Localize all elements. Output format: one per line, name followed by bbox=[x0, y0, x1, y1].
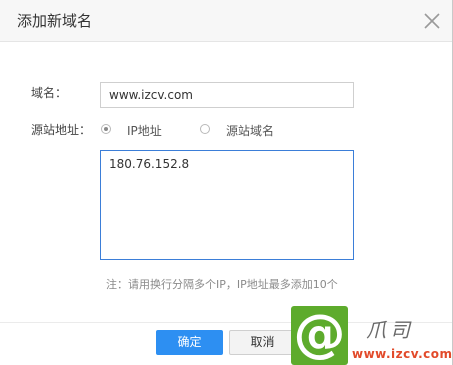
close-icon[interactable] bbox=[423, 12, 441, 30]
radio-ip-button[interactable] bbox=[101, 124, 111, 134]
watermark-script-text: 爪司 bbox=[366, 318, 414, 342]
radio-source-domain-button[interactable] bbox=[200, 124, 210, 134]
watermark-logo: @ bbox=[291, 306, 348, 365]
watermark-url: www.izcv.com bbox=[352, 347, 453, 361]
radio-ip-label: IP地址 bbox=[127, 124, 162, 138]
domain-input[interactable] bbox=[100, 82, 354, 108]
add-domain-dialog: 添加新域名 域名： 源站地址： IP地址 源站域名 180.76.152.8 注… bbox=[0, 0, 453, 365]
radio-source-domain-label: 源站域名 bbox=[226, 124, 275, 138]
domain-label: 域名： bbox=[31, 86, 68, 100]
confirm-button[interactable]: 确定 bbox=[156, 330, 223, 355]
ip-note: 注：请用换行分隔多个IP，IP地址最多添加10个 bbox=[106, 278, 338, 291]
ip-address-textarea[interactable]: 180.76.152.8 bbox=[100, 150, 354, 260]
dialog-title: 添加新域名 bbox=[17, 12, 93, 30]
source-address-label: 源站地址： bbox=[31, 123, 92, 137]
cancel-button[interactable]: 取消 bbox=[229, 330, 296, 355]
watermark-at-glyph: @ bbox=[293, 304, 346, 364]
dialog-header: 添加新域名 bbox=[0, 0, 452, 42]
